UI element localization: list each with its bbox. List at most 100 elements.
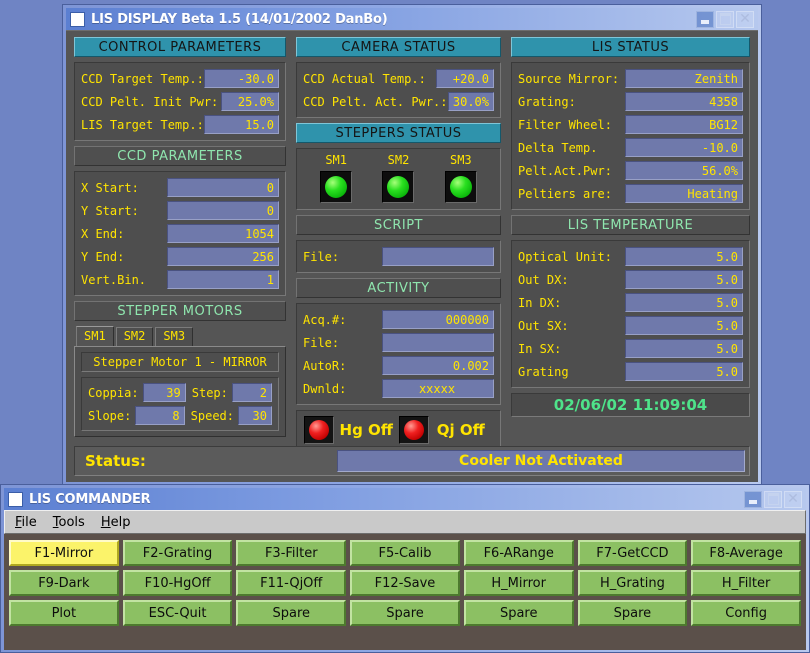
field-script-file[interactable] <box>382 247 494 266</box>
command-button-f12-save[interactable]: F12-Save <box>350 570 460 596</box>
lis-temperature-header: LIS TEMPERATURE <box>511 215 750 235</box>
command-button-f2-grating[interactable]: F2-Grating <box>122 540 233 566</box>
field-y-start[interactable]: 0 <box>167 201 279 220</box>
camera-status-header: CAMERA STATUS <box>296 37 501 57</box>
row-source-mirror: Source Mirror: Zenith <box>518 68 743 89</box>
tab-sm1[interactable]: SM1 <box>76 326 114 346</box>
command-button-h-filter[interactable]: H_Filter <box>691 570 801 596</box>
ccd-parameters-header: CCD PARAMETERS <box>74 146 286 166</box>
label-in-dx: In DX: <box>518 295 562 310</box>
lis-commander-body: File Tools Help F1-Mirror F2-Grating F3-… <box>4 510 806 650</box>
command-button-config[interactable]: Config <box>691 600 801 626</box>
command-button-f7-getccd[interactable]: F7-GetCCD <box>577 540 688 566</box>
command-button-f9-dark[interactable]: F9-Dark <box>9 570 119 596</box>
hg-lamp-label: Hg Off <box>339 421 393 439</box>
field-y-end[interactable]: 256 <box>167 247 279 266</box>
command-button-spare-2[interactable]: Spare <box>350 600 460 626</box>
lis-commander-window-controls: ✕ <box>744 490 804 508</box>
command-button-f8-average[interactable]: F8-Average <box>691 540 801 566</box>
row-vert-bin: Vert.Bin. 1 <box>81 269 279 290</box>
led-box-sm2 <box>382 171 415 203</box>
stepper-led-sm2: SM2 <box>382 153 415 203</box>
command-button-esc-quit[interactable]: ESC-Quit <box>122 600 233 626</box>
command-button-f10-hgoff[interactable]: F10-HgOff <box>122 570 233 596</box>
field-lis-target-temp[interactable]: 15.0 <box>203 115 279 134</box>
menu-rest-help: elp <box>110 514 131 530</box>
field-x-end[interactable]: 1054 <box>167 224 279 243</box>
menu-bar: File Tools Help <box>4 510 806 534</box>
led-label-sm3: SM3 <box>449 153 472 167</box>
maximize-icon[interactable] <box>764 490 782 508</box>
stepper-led-sm3: SM3 <box>444 153 477 203</box>
label-x-end: X End: <box>81 226 125 241</box>
label-pelt-act-pwr: Pelt.Act.Pwr: <box>518 163 612 178</box>
minimize-icon[interactable] <box>744 490 762 508</box>
menu-item-tools[interactable]: Tools <box>53 515 85 530</box>
column-left: CONTROL PARAMETERS CCD Target Temp.: -30… <box>74 37 286 437</box>
lis-commander-titlebar[interactable]: LIS COMMANDER ✕ <box>4 488 806 510</box>
lis-display-titlebar[interactable]: LIS DISPLAY Beta 1.5 (14/01/2002 DanBo) … <box>66 8 758 30</box>
label-optical-unit: Optical Unit: <box>518 249 612 264</box>
close-icon[interactable]: ✕ <box>736 10 754 28</box>
field-vert-bin[interactable]: 1 <box>167 270 279 289</box>
command-button-spare-3[interactable]: Spare <box>463 600 574 626</box>
lis-temperature-group: Optical Unit: 5.0 Out DX: 5.0 In DX: 5.0 <box>511 240 750 388</box>
command-button-plot[interactable]: Plot <box>9 600 119 626</box>
field-delta-temp: -10.0 <box>625 138 743 157</box>
menu-rest-tools: ools <box>58 514 85 530</box>
row-pelt-act-pwr: Pelt.Act.Pwr: 56.0% <box>518 160 743 181</box>
label-speed: Speed: <box>190 408 234 423</box>
command-button-f5-calib[interactable]: F5-Calib <box>350 540 460 566</box>
field-x-start[interactable]: 0 <box>167 178 279 197</box>
close-icon[interactable]: ✕ <box>784 490 802 508</box>
command-button-f11-qjoff[interactable]: F11-QjOff <box>236 570 347 596</box>
stepper-motor-fields: Coppia: 39 Step: 2 Slope: 8 Speed: 30 <box>81 377 279 431</box>
status-value: Cooler Not Activated <box>337 450 745 472</box>
red-led-icon <box>403 420 424 440</box>
row-ccd-target-temp: CCD Target Temp.: -30.0 <box>81 68 279 89</box>
field-coppia[interactable]: 39 <box>142 383 186 402</box>
menu-rest-file: ile <box>21 514 37 530</box>
led-label-sm2: SM2 <box>387 153 410 167</box>
control-parameters-group: CCD Target Temp.: -30.0 CCD Pelt. Init P… <box>74 62 286 141</box>
command-button-spare-4[interactable]: Spare <box>577 600 688 626</box>
field-speed[interactable]: 30 <box>238 406 272 425</box>
command-button-f6-arange[interactable]: F6-ARange <box>463 540 574 566</box>
field-step[interactable]: 2 <box>231 383 272 402</box>
tab-sm2[interactable]: SM2 <box>115 327 154 346</box>
field-out-sx: 5.0 <box>625 316 743 335</box>
field-ccd-target-temp[interactable]: -30.0 <box>203 69 279 88</box>
maximize-icon[interactable] <box>716 10 734 28</box>
minimize-icon[interactable] <box>696 10 714 28</box>
label-lis-target-temp: LIS Target Temp.: <box>81 117 204 132</box>
command-button-h-mirror[interactable]: H_Mirror <box>463 570 574 596</box>
label-step: Step: <box>191 385 228 400</box>
command-button-h-grating[interactable]: H_Grating <box>577 570 688 596</box>
clock-display: 02/06/02 11:09:04 <box>511 393 750 417</box>
hg-lamp-control[interactable]: Hg Off <box>304 416 399 444</box>
label-source-mirror: Source Mirror: <box>518 71 620 86</box>
command-button-spare-1[interactable]: Spare <box>236 600 347 626</box>
panel-columns: CONTROL PARAMETERS CCD Target Temp.: -30… <box>74 37 750 450</box>
label-peltiers-are: Peltiers are: <box>518 186 612 201</box>
steppers-status-header: STEPPERS STATUS <box>296 123 501 143</box>
field-optical-unit: 5.0 <box>625 247 743 266</box>
field-slope[interactable]: 8 <box>135 406 185 425</box>
tab-sm3[interactable]: SM3 <box>155 327 194 346</box>
qj-lamp-control[interactable]: Qj Off <box>398 416 494 444</box>
menu-item-help[interactable]: Help <box>101 515 131 530</box>
stepper-motors-tabgroup: SM1 SM2 SM3 Stepper Motor 1 - MIRROR Cop… <box>74 326 286 437</box>
menu-item-file[interactable]: File <box>15 515 37 530</box>
hg-lamp-indicator <box>304 416 334 444</box>
lis-display-window-controls: ✕ <box>696 10 756 28</box>
command-button-f1-mirror[interactable]: F1-Mirror <box>9 540 119 566</box>
row-y-start: Y Start: 0 <box>81 200 279 221</box>
command-button-f3-filter[interactable]: F3-Filter <box>236 540 347 566</box>
row-y-end: Y End: 256 <box>81 246 279 267</box>
row-grating: Grating: 4358 <box>518 91 743 112</box>
field-autor: 0.002 <box>382 356 494 375</box>
field-ccd-pelt-init-pwr[interactable]: 25.0% <box>221 92 279 111</box>
label-out-dx: Out DX: <box>518 272 569 287</box>
column-right: LIS STATUS Source Mirror: Zenith Grating… <box>511 37 750 417</box>
status-bar: Status: Cooler Not Activated <box>74 446 750 476</box>
